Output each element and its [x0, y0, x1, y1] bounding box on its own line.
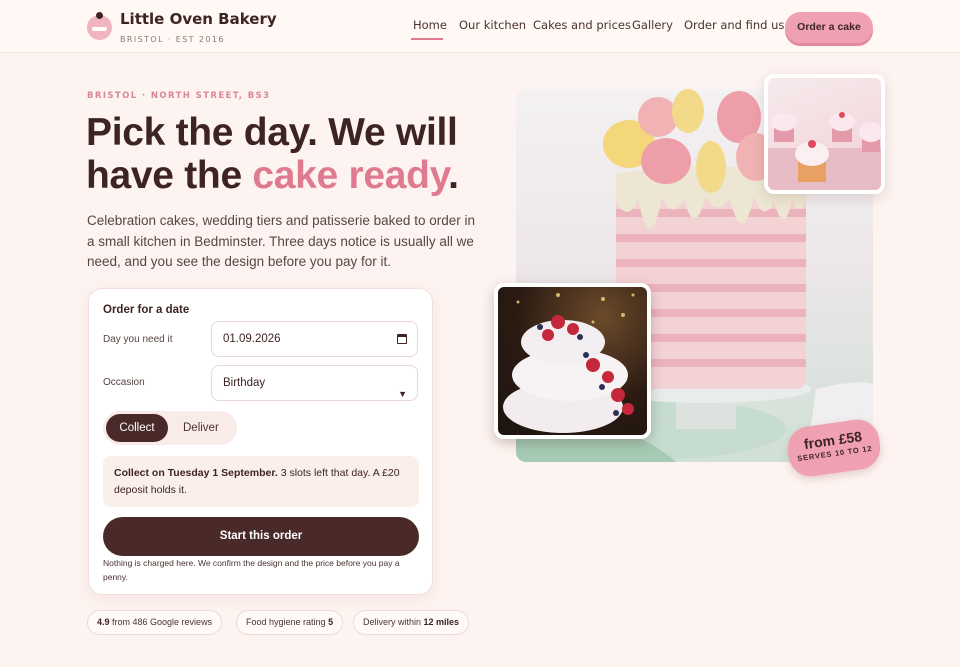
nav-cakes-and-prices[interactable]: Cakes and prices: [533, 18, 631, 32]
deliver-option[interactable]: Deliver: [183, 414, 219, 442]
nav-active-indicator: [411, 38, 443, 40]
collect-option[interactable]: Collect: [106, 414, 168, 442]
nav-order-and-find-us[interactable]: Order and find us: [684, 18, 784, 32]
hero-description: Celebration cakes, wedding tiers and pat…: [87, 213, 475, 269]
hero-headline: Pick the day. We will have the cake read…: [86, 111, 476, 197]
headline-period: .: [448, 154, 459, 197]
berry-cake-photo: [494, 283, 651, 439]
date-input[interactable]: 01.09.2026: [211, 321, 418, 357]
cupcakes-photo: [764, 74, 885, 194]
date-value: 01.09.2026: [223, 333, 281, 345]
fine-print: Nothing is charged here. We confirm the …: [103, 558, 400, 582]
reviews-badge: 4.9 from 486 Google reviews: [87, 610, 223, 635]
chevron-down-icon: ▼: [398, 389, 407, 399]
brand-tagline: BRISTOL · EST 2016: [120, 35, 225, 44]
hero-kicker: BRISTOL · NORTH STREET, BS3: [87, 91, 271, 101]
nav-gallery[interactable]: Gallery: [632, 18, 673, 32]
hygiene-text: Food hygiene rating: [246, 617, 329, 627]
brand-name[interactable]: Little Oven Bakery: [120, 10, 277, 28]
bakery-logo-icon[interactable]: [87, 12, 112, 40]
nav-home[interactable]: Home: [413, 18, 447, 32]
fulfilment-toggle: Collect Deliver: [103, 411, 237, 445]
occasion-select[interactable]: Birthday ▼: [211, 365, 418, 401]
order-a-cake-button[interactable]: Order a cake: [785, 12, 873, 43]
start-order-button[interactable]: Start this order: [103, 517, 419, 556]
occasion-label: Occasion: [103, 377, 145, 388]
date-label: Day you need it: [103, 334, 173, 345]
delivery-badge: Delivery within 12 miles: [353, 610, 470, 635]
availability-notice: Collect on Tuesday 1 September. 3 slots …: [103, 456, 419, 507]
nav-our-kitchen[interactable]: Our kitchen: [459, 18, 526, 32]
delivery-range: 12 miles: [423, 617, 460, 627]
reviews-score: 4.9: [97, 617, 110, 627]
order-form-title: Order for a date: [103, 304, 190, 316]
delivery-text: Delivery within: [363, 617, 424, 627]
occasion-value: Birthday: [223, 377, 266, 389]
order-form-card: Order for a date Day you need it 01.09.2…: [88, 288, 433, 595]
cupcakes-image: [768, 112, 881, 190]
site-header: Little Oven Bakery BRISTOL · EST 2016 Ho…: [0, 0, 960, 53]
headline-accent: cake ready: [252, 154, 449, 197]
calendar-icon[interactable]: [397, 334, 407, 344]
berry-cake-image: [503, 293, 635, 433]
hygiene-score: 5: [328, 617, 334, 627]
hygiene-badge: Food hygiene rating 5: [236, 610, 344, 635]
notice-date: Collect on Tuesday 1 September.: [114, 467, 278, 479]
reviews-text: from 486 Google reviews: [109, 617, 213, 627]
